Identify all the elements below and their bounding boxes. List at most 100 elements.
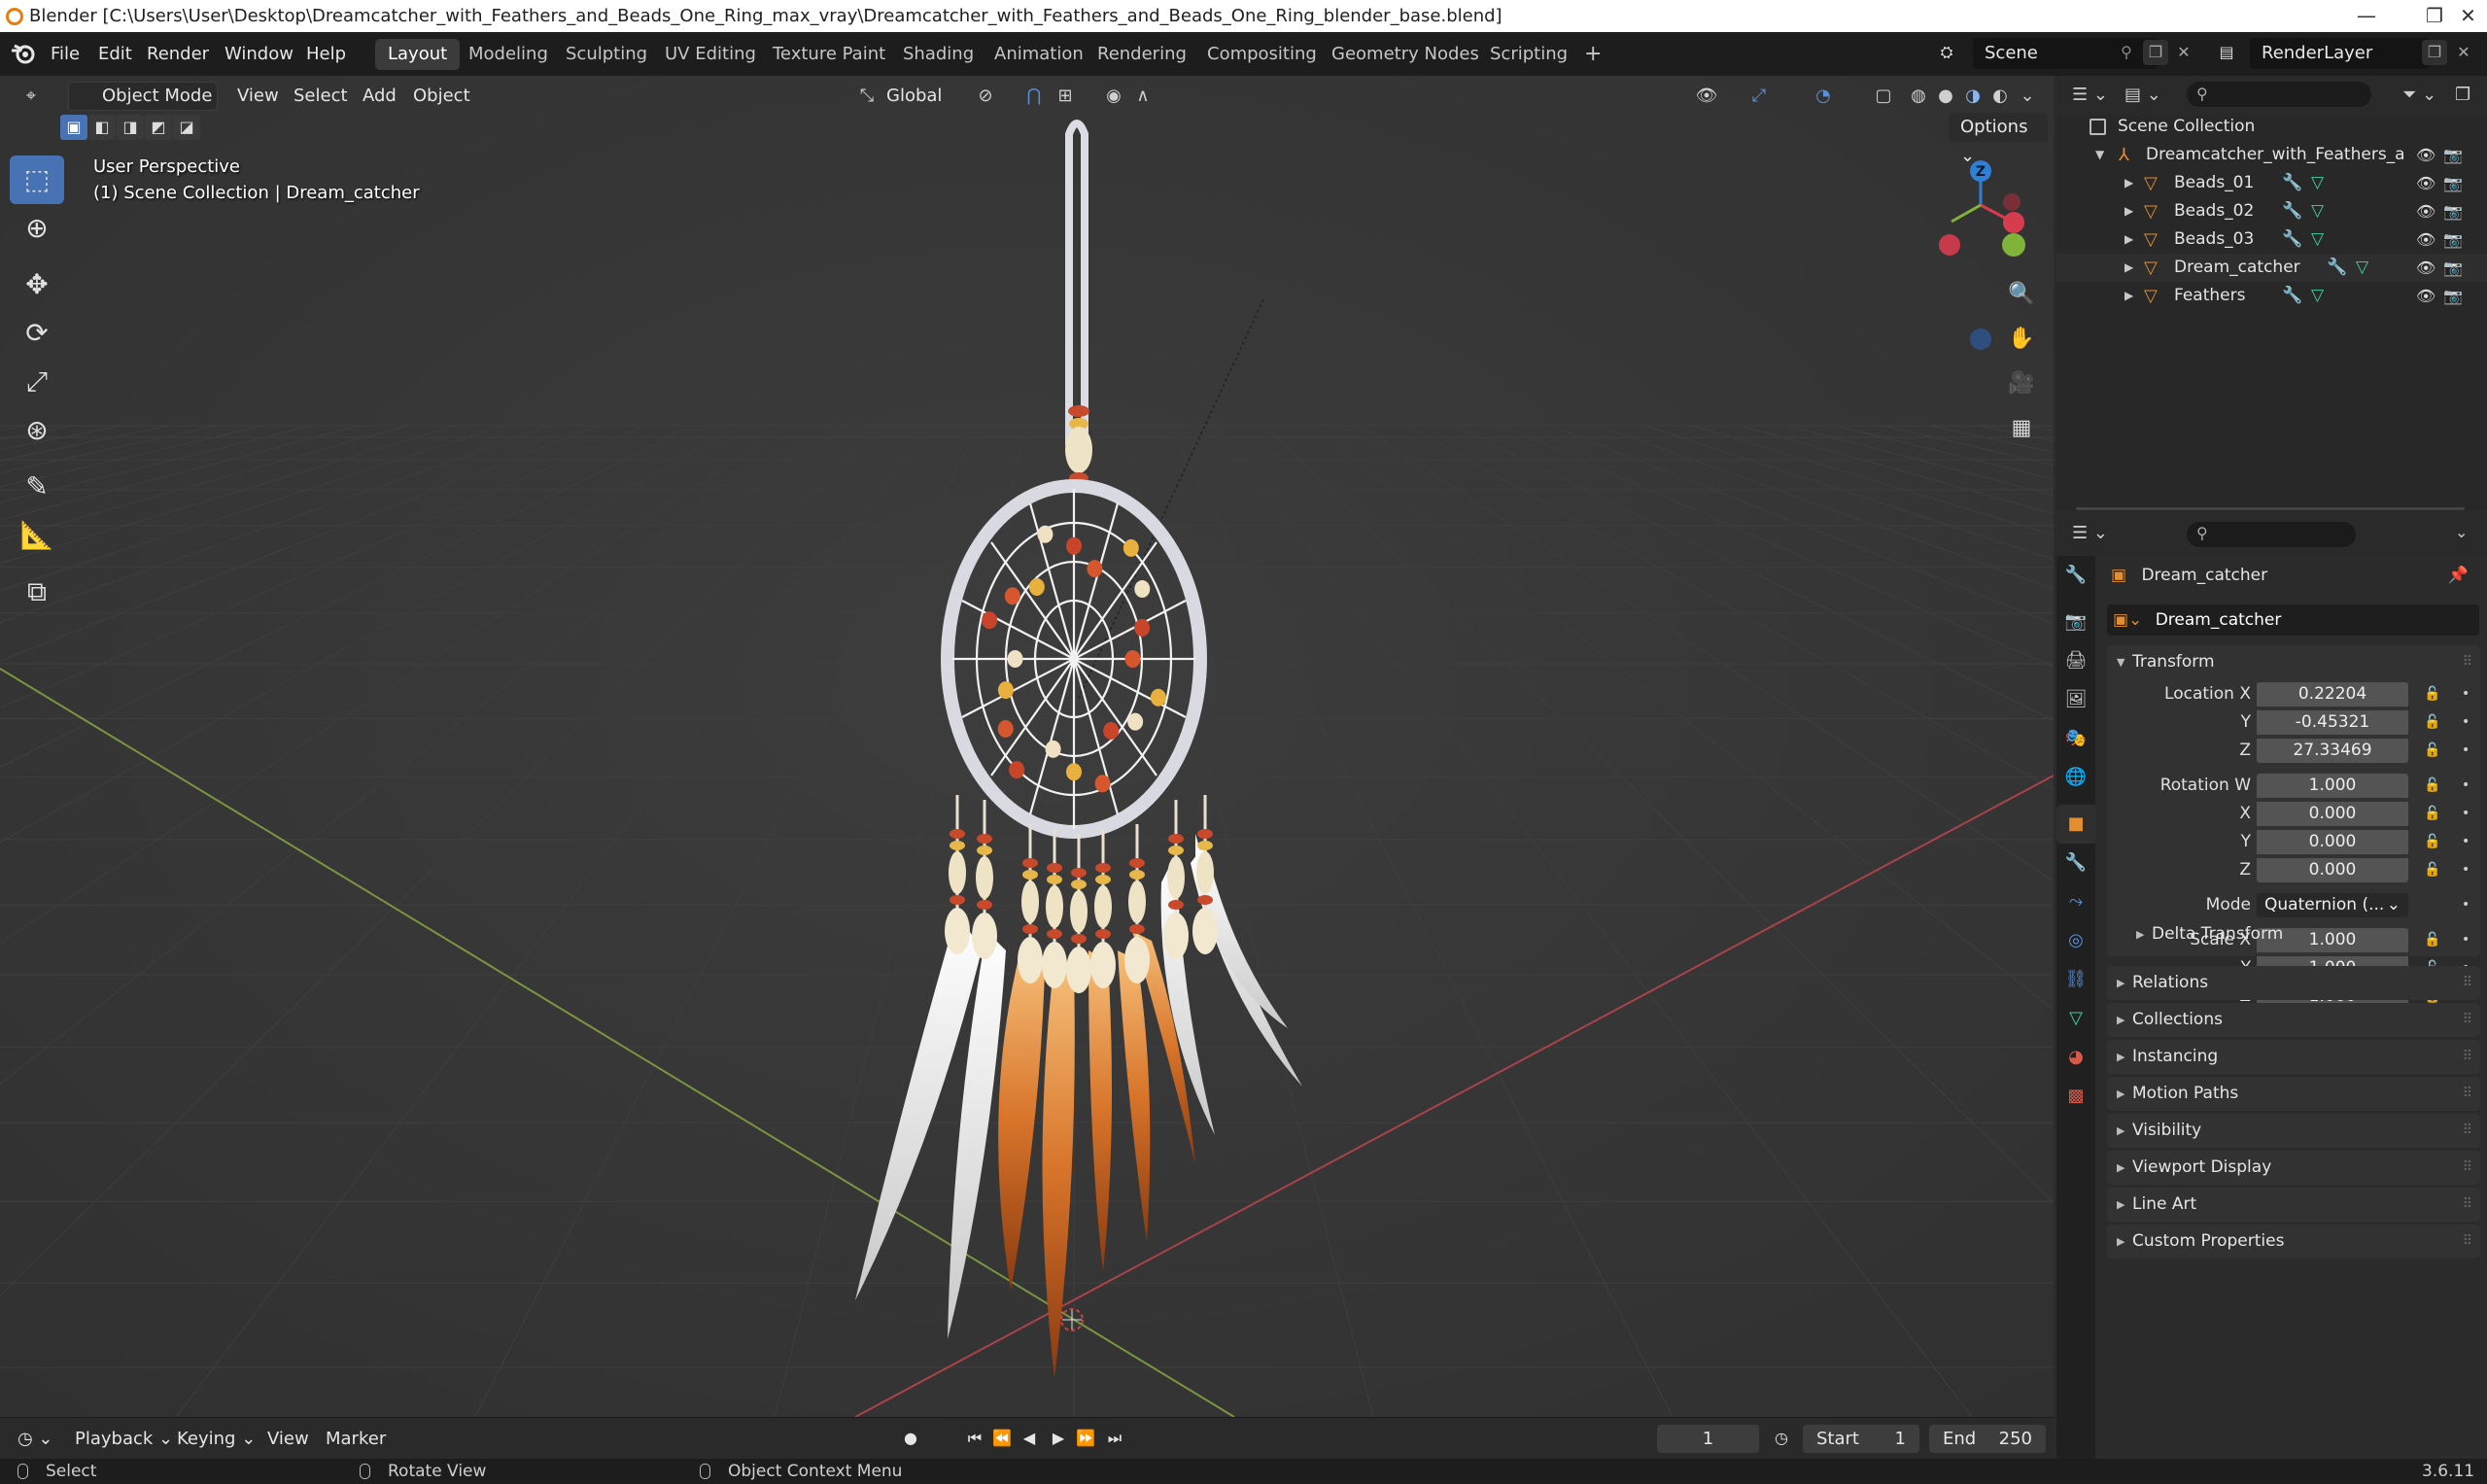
eye-icon[interactable]: 👁 [2416, 282, 2435, 310]
render-camera-icon[interactable]: 📷 [2443, 225, 2463, 254]
add-cube-icon[interactable]: ⧉ [10, 568, 64, 616]
expand-arrow-icon[interactable]: ▶ [2124, 197, 2133, 225]
move-icon[interactable]: ✥ [10, 260, 64, 309]
play-icon[interactable]: ▶ [1046, 1426, 1071, 1451]
tab-layout[interactable]: Layout [375, 39, 461, 70]
scene-browse-icon[interactable]: ⛭ [1934, 40, 1959, 65]
keyframe-dot-icon[interactable]: • [2462, 680, 2470, 708]
timeline-view-menu[interactable]: View [267, 1418, 309, 1460]
panel-header[interactable]: ▶ Motion Paths ⠿ [2107, 1077, 2480, 1111]
render-camera-icon[interactable]: 📷 [2443, 141, 2463, 169]
outliner-editor-icon[interactable]: ☰ ⌄ [2072, 82, 2108, 109]
material-shading-icon[interactable]: ◑ [1959, 84, 1986, 109]
outliner-object-dream-catcher[interactable]: ▶ ▽ Dream_catcher 🔧 ▽ 👁 📷 [2056, 254, 2487, 282]
mesh-data-icon[interactable]: ▽ [2356, 254, 2368, 282]
outliner-search-input[interactable]: ⚲ [2187, 82, 2371, 107]
menu-edit[interactable]: Edit [98, 32, 132, 76]
rotation-z-field[interactable]: 0.000 [2257, 858, 2408, 882]
rotation-x-field[interactable]: 0.000 [2257, 802, 2408, 826]
keying-menu[interactable]: Keying ⌄ [177, 1418, 256, 1460]
orientation-dropdown[interactable]: Global [886, 82, 942, 111]
panel-header[interactable]: ▶ Line Art ⠿ [2107, 1188, 2480, 1222]
pan-hand-icon[interactable]: ✋ [2004, 320, 2039, 359]
select-box-icon[interactable]: ⬚ [10, 155, 64, 204]
transform-icon[interactable]: ⊛ [10, 406, 64, 455]
location-y-field[interactable]: -0.45321 [2257, 710, 2408, 735]
expand-arrow-icon[interactable]: ▶ [2124, 169, 2133, 197]
panel-collections[interactable]: ▶ Collections ⠿ [2107, 1003, 2480, 1037]
camera-view-icon[interactable]: 🎥 [2004, 364, 2039, 403]
lock-icon[interactable]: 🔓 [2424, 708, 2440, 737]
xray-icon[interactable]: ▢ [1870, 84, 1897, 109]
view-layer-icon[interactable]: ▤ [2214, 40, 2239, 65]
panel-header[interactable]: ▶ Custom Properties ⠿ [2107, 1225, 2480, 1259]
annotate-icon[interactable]: ✎ [10, 463, 64, 511]
outliner-collection-row[interactable]: ▼ ⅄ Dreamcatcher_with_Feathers_a 👁 📷 [2056, 141, 2487, 169]
delete-view-layer-icon[interactable]: ✕ [2451, 40, 2476, 65]
eye-icon[interactable]: 👁 [2416, 141, 2435, 169]
jump-keyframe-back-icon[interactable]: ⏪ [989, 1426, 1015, 1451]
particles-tab-icon[interactable]: ⤳ [2056, 882, 2095, 921]
outliner-object-beads-01[interactable]: ▶ ▽ Beads_01 🔧 ▽ 👁 📷 [2056, 169, 2487, 197]
texture-tab-icon[interactable]: ▩ [2056, 1077, 2095, 1116]
material-tab-icon[interactable]: ◕ [2056, 1038, 2095, 1077]
keyframe-dot-icon[interactable]: • [2462, 891, 2470, 919]
panel-header[interactable]: ▶ Instancing ⠿ [2107, 1040, 2480, 1074]
wrench-icon[interactable]: 🔧 [2282, 169, 2302, 197]
end-frame-field[interactable]: End 250 [1929, 1425, 2046, 1453]
transform-panel-header[interactable]: ▼ Transform ⠿ [2107, 645, 2480, 679]
solid-shading-icon[interactable]: ● [1932, 84, 1959, 109]
render-camera-icon[interactable]: 📷 [2443, 169, 2463, 197]
object-name-field[interactable]: ▣⌄ Dream_catcher [2107, 604, 2479, 636]
menu-object[interactable]: Object [413, 82, 470, 111]
view-layer-field[interactable]: RenderLayer [2250, 38, 2430, 69]
panel-line-art[interactable]: ▶ Line Art ⠿ [2107, 1188, 2480, 1222]
data-tab-icon[interactable]: ▽ [2056, 999, 2095, 1038]
lock-icon[interactable]: 🔓 [2424, 856, 2440, 884]
panel-header[interactable]: ▶ Viewport Display ⠿ [2107, 1151, 2480, 1185]
panel-header[interactable]: ▶ Collections ⠿ [2107, 1003, 2480, 1037]
constraints-tab-icon[interactable]: ⛓ [2056, 960, 2095, 999]
mesh-data-icon[interactable]: ▽ [2311, 225, 2324, 254]
physics-tab-icon[interactable]: ◎ [2056, 921, 2095, 960]
mesh-data-icon[interactable]: ▽ [2311, 197, 2324, 225]
select-intersect-icon[interactable]: ◪ [173, 115, 200, 140]
location-x-field[interactable]: 0.22204 [2257, 682, 2408, 707]
close-button[interactable]: ✕ [2449, 0, 2487, 32]
tab-modeling[interactable]: Modeling [456, 39, 561, 70]
jump-keyframe-forward-icon[interactable]: ⏩ [1073, 1426, 1098, 1451]
outliner-object-beads-03[interactable]: ▶ ▽ Beads_03 🔧 ▽ 👁 📷 [2056, 225, 2487, 254]
properties-editor-icon[interactable]: ☰ ⌄ [2072, 523, 2108, 543]
menu-file[interactable]: File [51, 32, 80, 76]
delete-scene-icon[interactable]: ✕ [2171, 40, 2196, 65]
tab-scripting[interactable]: Scripting [1477, 39, 1580, 70]
render-tab-icon[interactable]: 📷 [2056, 603, 2095, 641]
drag-handle-icon[interactable]: ⠿ [2463, 1077, 2472, 1111]
blender-logo-icon[interactable] [10, 41, 37, 66]
wrench-icon[interactable]: 🔧 [2282, 197, 2302, 225]
select-new-icon[interactable]: ▣ [60, 115, 87, 140]
menu-help[interactable]: Help [306, 32, 346, 76]
output-tab-icon[interactable]: 🖨 [2056, 641, 2095, 680]
tab-uv-editing[interactable]: UV Editing [652, 39, 769, 70]
expand-arrow-icon[interactable]: ▶ [2124, 254, 2133, 282]
keyframe-dot-icon[interactable]: • [2462, 708, 2470, 737]
drag-handle-icon[interactable]: ⠿ [2463, 1040, 2472, 1074]
eye-icon[interactable]: 👁 [2416, 225, 2435, 254]
new-view-layer-button[interactable]: ❐ [2422, 40, 2447, 65]
preview-range-icon[interactable]: ◷ [1769, 1426, 1794, 1451]
new-scene-button[interactable]: ❐ [2143, 40, 2168, 65]
tool-tab-icon[interactable]: 🔧 [2056, 556, 2095, 595]
world-tab-icon[interactable]: 🌐 [2056, 758, 2095, 797]
minimize-button[interactable]: — [2332, 0, 2401, 32]
render-camera-icon[interactable]: 📷 [2443, 197, 2463, 225]
lock-icon[interactable]: 🔓 [2424, 680, 2440, 708]
start-frame-field[interactable]: Start 1 [1803, 1425, 1919, 1453]
tab-shading[interactable]: Shading [890, 39, 986, 70]
wrench-icon[interactable]: 🔧 [2282, 225, 2302, 254]
drag-handle-icon[interactable]: ⠿ [2463, 1151, 2472, 1185]
keyframe-dot-icon[interactable]: • [2462, 800, 2470, 828]
drag-handle-icon[interactable]: ⠿ [2463, 1003, 2472, 1037]
marker-menu[interactable]: Marker [326, 1418, 386, 1460]
outliner-object-beads-02[interactable]: ▶ ▽ Beads_02 🔧 ▽ 👁 📷 [2056, 197, 2487, 225]
